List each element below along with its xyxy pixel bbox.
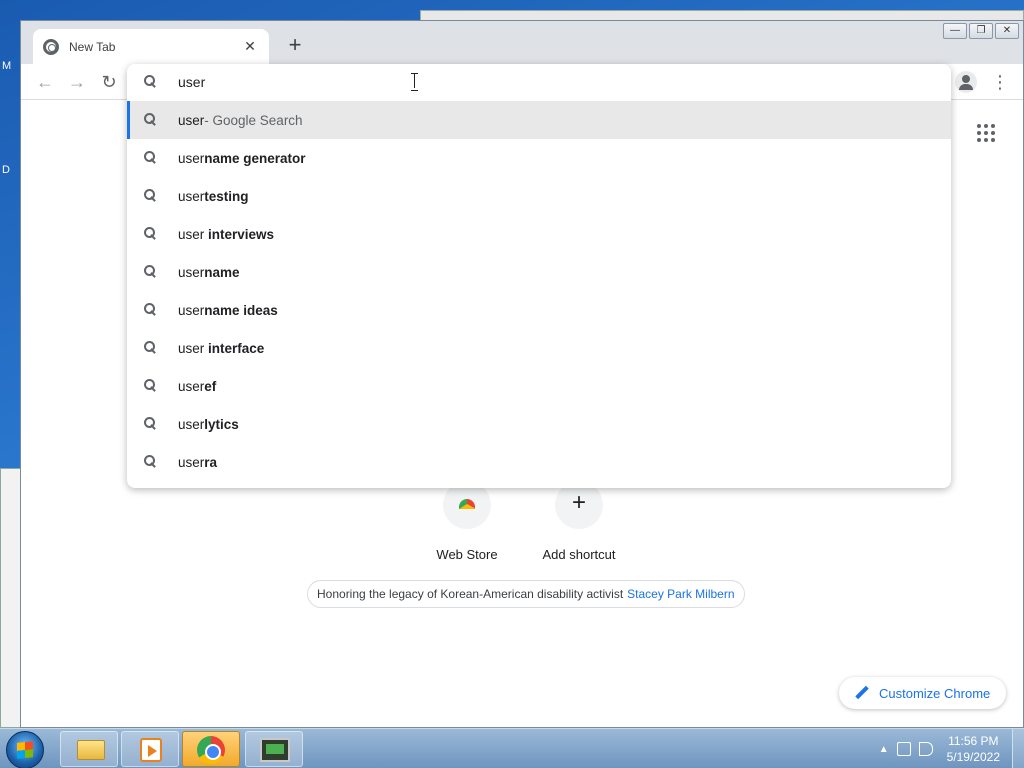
close-window-button[interactable]: ✕: [995, 23, 1019, 39]
shortcut-add[interactable]: + Add shortcut: [529, 481, 629, 562]
suggestion-completion: lytics: [204, 416, 239, 432]
maximize-button[interactable]: ❐: [969, 23, 993, 39]
folder-icon: [77, 740, 105, 760]
suggestion-prefix: user: [178, 340, 209, 356]
reload-button[interactable]: ↻: [97, 70, 121, 94]
suggestion-completion: name generator: [204, 150, 306, 166]
apps-grid-icon[interactable]: [977, 124, 995, 142]
minimize-button[interactable]: —: [943, 23, 967, 39]
search-icon: [143, 74, 163, 91]
new-tab-button[interactable]: +: [283, 33, 307, 57]
search-icon: [143, 302, 163, 319]
terminal-icon: [260, 738, 290, 762]
desktop-icon-label: D: [2, 164, 10, 176]
clock[interactable]: 11:56 PM 5/19/2022: [941, 733, 1012, 765]
taskbar-chrome[interactable]: [182, 731, 240, 767]
suggestion-item[interactable]: user name ideas: [127, 291, 951, 329]
window-controls: — ❐ ✕: [943, 23, 1019, 39]
taskbar: ▲ 11:56 PM 5/19/2022: [0, 728, 1024, 768]
pencil-icon: [855, 686, 869, 700]
add-shortcut-tile: +: [555, 481, 603, 529]
suggestion-completion: testing: [204, 188, 249, 204]
volume-icon[interactable]: [918, 742, 933, 756]
address-bar[interactable]: user: [127, 64, 951, 100]
search-icon: [143, 226, 163, 243]
start-button[interactable]: [6, 731, 44, 768]
suggestion-item[interactable]: user lytics: [127, 405, 951, 443]
clock-time: 11:56 PM: [948, 734, 999, 748]
suggestion-prefix: user: [178, 112, 205, 128]
taskbar-media-player[interactable]: [121, 731, 179, 767]
search-icon: [143, 264, 163, 281]
customize-label: Customize Chrome: [879, 685, 991, 701]
background-window-left: [0, 468, 22, 728]
suggestion-prefix: user: [178, 226, 209, 242]
search-icon: [143, 378, 163, 395]
suggestion-prefix: user: [178, 264, 205, 280]
show-hidden-icons-icon[interactable]: ▲: [879, 744, 889, 755]
suggestion-item[interactable]: user interface: [127, 329, 951, 367]
chrome-window: New Tab ✕ + — ❐ ✕ ← → ↻ ⋮ Web Store + Ad…: [20, 20, 1024, 728]
suggestion-prefix: user: [178, 416, 205, 432]
suggestion-prefix: user: [178, 378, 205, 394]
forward-button[interactable]: →: [65, 70, 89, 94]
menu-button[interactable]: ⋮: [991, 70, 1009, 94]
suggestion-suffix: - Google Search: [204, 112, 303, 128]
customize-chrome-button[interactable]: Customize Chrome: [839, 677, 1007, 709]
desktop-icon-label: M: [2, 60, 12, 72]
search-icon: [143, 112, 163, 129]
show-desktop-button[interactable]: [1012, 729, 1024, 768]
suggestion-prefix: user: [178, 454, 205, 470]
search-icon: [143, 454, 163, 471]
media-player-icon: [140, 738, 162, 762]
suggestion-completion: ra: [204, 454, 218, 470]
shortcut-label: Add shortcut: [542, 547, 616, 562]
suggestion-completion: ef: [204, 378, 217, 394]
suggestion-item[interactable]: user - Google Search: [127, 101, 951, 139]
suggestion-prefix: user: [178, 188, 205, 204]
shortcut-label: Web Store: [436, 547, 498, 562]
suggestion-item[interactable]: user interviews: [127, 215, 951, 253]
clock-date: 5/19/2022: [946, 750, 1000, 764]
doodle-share-chip[interactable]: Honoring the legacy of Korean-American d…: [307, 580, 745, 608]
suggestion-completion: name: [204, 264, 240, 280]
suggestion-completion: interface: [208, 340, 265, 356]
web-store-tile: [443, 481, 491, 529]
doodle-link[interactable]: Stacey Park Milbern: [627, 587, 734, 601]
web-store-icon: [459, 499, 475, 509]
taskbar-terminal[interactable]: [245, 731, 303, 767]
suggestion-item[interactable]: user name generator: [127, 139, 951, 177]
suggestion-item[interactable]: user ra: [127, 443, 951, 481]
chrome-favicon-icon: [43, 38, 59, 55]
search-icon: [143, 150, 163, 167]
search-icon: [143, 340, 163, 357]
suggestion-item[interactable]: user ef: [127, 367, 951, 405]
tab-close-icon[interactable]: ✕: [241, 38, 259, 55]
chrome-icon: [197, 736, 225, 764]
taskbar-explorer[interactable]: [60, 731, 118, 767]
system-tray: ▲ 11:56 PM 5/19/2022: [879, 729, 1024, 768]
doodle-text: Honoring the legacy of Korean-American d…: [317, 587, 624, 601]
suggestion-item[interactable]: user testing: [127, 177, 951, 215]
plus-icon: +: [571, 489, 586, 516]
back-button[interactable]: ←: [33, 70, 57, 94]
tab-new-tab[interactable]: New Tab ✕: [33, 29, 269, 64]
suggestion-item[interactable]: user name: [127, 253, 951, 291]
suggestion-completion: name ideas: [204, 302, 278, 318]
tab-title: New Tab: [69, 39, 116, 54]
search-icon: [143, 188, 163, 205]
address-input[interactable]: user: [178, 74, 205, 90]
omnibox-dropdown: user user - Google Search user name gener…: [127, 64, 951, 488]
text-cursor-icon: [411, 72, 419, 91]
suggestion-prefix: user: [178, 150, 205, 166]
network-icon[interactable]: [896, 742, 911, 756]
suggestion-completion: interviews: [208, 226, 275, 242]
shortcut-web-store[interactable]: Web Store: [417, 481, 517, 562]
title-bar: New Tab ✕ + — ❐ ✕: [21, 21, 1023, 64]
search-icon: [143, 416, 163, 433]
profile-avatar-icon[interactable]: [955, 71, 977, 93]
suggestion-prefix: user: [178, 302, 205, 318]
